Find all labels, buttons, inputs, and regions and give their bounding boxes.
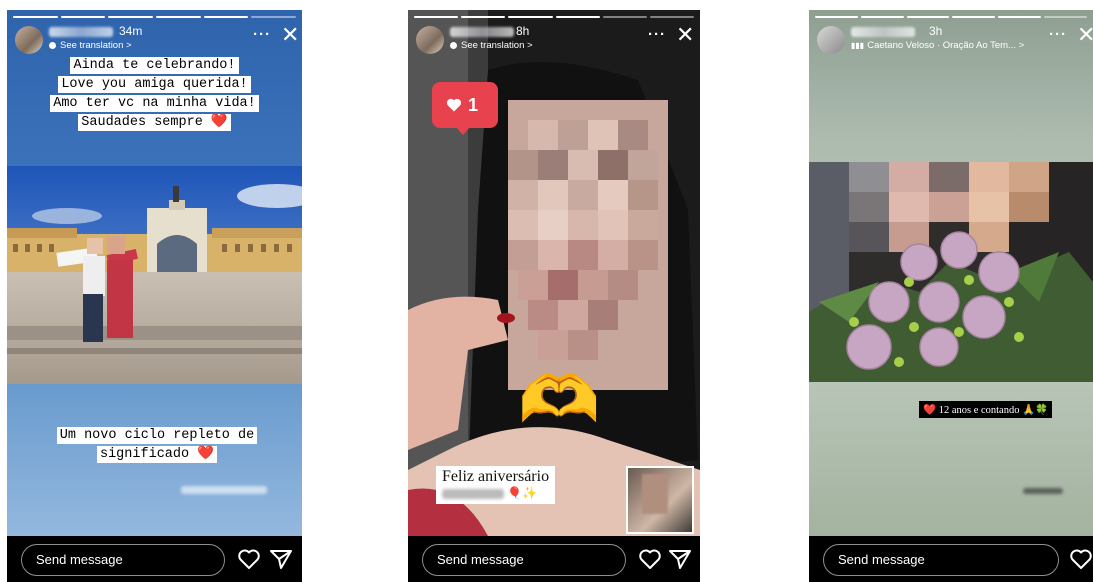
story-time: 34m [119, 24, 143, 38]
like-count: 1 [468, 95, 479, 115]
story-caption-top: Ainda te celebrando! Love you amiga quer… [23, 56, 286, 132]
username-blurred[interactable] [49, 27, 113, 37]
translate-icon [49, 41, 56, 49]
send-icon[interactable] [269, 548, 293, 570]
see-translation-link[interactable]: See translation > [450, 40, 533, 51]
plaza-photo [7, 166, 302, 384]
mention-blurred[interactable] [442, 489, 504, 500]
mention-tag-blurred[interactable] [181, 486, 267, 494]
story-progress-bar [414, 16, 695, 18]
see-translation-link[interactable]: See translation > [49, 40, 132, 51]
send-message-input[interactable]: Send message [21, 544, 225, 576]
story-viewer-2: 8h See translation > ··· ✕ 1 🫶 Feliz ani… [408, 10, 700, 582]
music-icon: ▮▮▮ [851, 41, 865, 50]
story-content-2[interactable]: 8h See translation > ··· ✕ 1 🫶 Feliz ani… [408, 10, 700, 536]
send-message-input[interactable]: Send message [823, 544, 1059, 576]
story-caption-bottom: Um novo ciclo repleto de significado ❤️ [47, 426, 267, 464]
more-icon[interactable]: ··· [253, 26, 271, 43]
mention-tag-blurred[interactable] [1023, 488, 1063, 494]
story-progress-bar [815, 16, 1087, 18]
send-message-input[interactable]: Send message [422, 544, 626, 576]
story-content-1[interactable]: 34m See translation > ··· ✕ Ainda te cel… [7, 10, 302, 536]
story-header: 8h See translation > ··· ✕ [416, 24, 694, 56]
story-viewer-3: 3h ▮▮▮ Caetano Veloso · Oração Ao Tem... … [809, 10, 1093, 582]
story-progress-bar [13, 16, 297, 18]
heart-icon[interactable] [1069, 548, 1093, 570]
send-icon[interactable] [668, 548, 692, 570]
story-viewer-1: 34m See translation > ··· ✕ Ainda te cel… [7, 10, 302, 582]
story-header: 3h ▮▮▮ Caetano Veloso · Oração Ao Tem... … [817, 24, 1093, 56]
avatar[interactable] [416, 26, 444, 54]
story-photo [7, 166, 302, 384]
story-header: 34m See translation > ··· ✕ [15, 24, 299, 56]
username-blurred[interactable] [450, 27, 514, 37]
close-icon[interactable]: ✕ [676, 24, 694, 46]
story-footer: Send message [408, 536, 700, 582]
reshared-thumbnail[interactable] [626, 466, 694, 534]
avatar[interactable] [817, 26, 845, 54]
heart-icon[interactable] [638, 548, 662, 570]
story-footer: Send message [809, 536, 1093, 582]
music-info[interactable]: ▮▮▮ Caetano Veloso · Oração Ao Tem... > [851, 40, 1024, 51]
username-blurred[interactable] [851, 27, 915, 37]
heart-hands-sticker: 🫶 [518, 362, 601, 436]
close-icon[interactable]: ✕ [1077, 24, 1093, 46]
more-icon[interactable]: ··· [648, 26, 666, 43]
heart-icon [446, 98, 462, 112]
heart-icon[interactable] [237, 548, 261, 570]
translate-icon [450, 41, 457, 49]
more-icon[interactable]: ··· [1049, 26, 1067, 43]
story-time: 8h [516, 24, 530, 38]
story-content-3[interactable]: 3h ▮▮▮ Caetano Veloso · Oração Ao Tem... … [809, 10, 1093, 536]
avatar[interactable] [15, 26, 43, 54]
close-icon[interactable]: ✕ [281, 24, 299, 46]
anniversary-sticker: ❤️ 12 anos e contando 🙏🍀 [919, 401, 1053, 418]
story-footer: Send message [7, 536, 302, 582]
story-time: 3h [929, 24, 943, 38]
birthday-caption: Feliz aniversário 🎈✨ [436, 466, 556, 504]
bouquet-photo [809, 162, 1093, 382]
like-notification: 1 [432, 82, 498, 135]
